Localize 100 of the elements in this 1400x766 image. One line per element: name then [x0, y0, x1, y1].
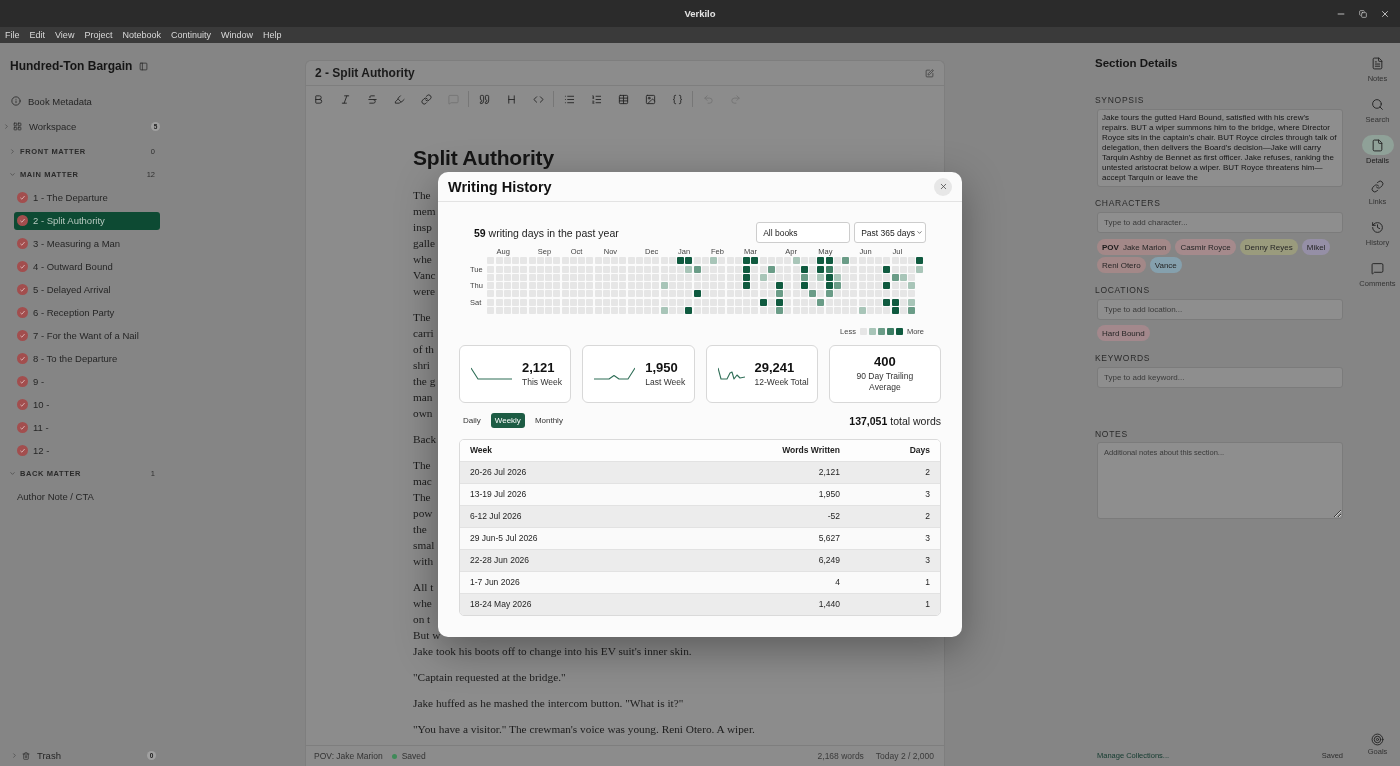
body-text: But w — [413, 628, 441, 643]
chapter-item[interactable]: 9 - — [14, 372, 160, 391]
body-text: of th — [413, 342, 435, 357]
menu-item[interactable]: Project — [79, 27, 118, 43]
body-text: Vanc — [413, 268, 436, 283]
chapter-item[interactable]: 3 - Measuring a Man — [14, 234, 160, 253]
chevron-icon[interactable] — [9, 470, 16, 477]
body-text: mac — [413, 474, 432, 489]
chapter-item[interactable]: 11 - — [14, 418, 160, 437]
character-tag[interactable]: Reni Otero — [1097, 257, 1146, 273]
body-text: smal — [413, 538, 435, 553]
chapter-item[interactable]: 1 - The Departure — [14, 188, 160, 207]
table-cell-text: 6,249 — [817, 555, 840, 566]
menu-item[interactable]: Help — [258, 27, 287, 43]
file-icon — [1361, 135, 1394, 155]
target-icon — [1371, 733, 1384, 746]
body-text: mem — [413, 204, 436, 219]
field-label: SYNOPSIS — [1095, 94, 1146, 106]
chapter-item[interactable]: 5 - Delayed Arrival — [14, 280, 160, 299]
table-icon — [617, 93, 629, 105]
body-text: galle — [413, 236, 435, 251]
field-label: NOTES — [1095, 428, 1129, 440]
link-icon — [420, 93, 432, 105]
status-icon — [17, 399, 28, 410]
info-icon — [11, 96, 21, 106]
location-input[interactable]: Type to add location... — [1097, 299, 1343, 320]
table-cell-text: 6-12 Jul 2026 — [470, 511, 523, 522]
sidebar-toggle-icon[interactable] — [139, 61, 149, 71]
body-text: The — [413, 490, 431, 505]
chapter-item[interactable]: 8 - To the Departure — [14, 349, 160, 368]
character-tag[interactable]: POV Jake Marion — [1097, 239, 1172, 255]
table-cell-text: 29 Jun-5 Jul 2026 — [470, 533, 539, 544]
close-icon — [1380, 8, 1390, 19]
chapter-item[interactable]: 6 - Reception Party — [14, 303, 160, 322]
period-tab[interactable]: Monthly — [530, 413, 567, 429]
pov-label: POV: Jake Marion — [314, 751, 383, 761]
table-cell-text: 1 — [924, 599, 930, 610]
column-header: Words Written — [781, 445, 840, 456]
close-icon — [938, 182, 948, 192]
chevron-icon[interactable] — [9, 171, 16, 178]
body-text: The — [413, 188, 431, 203]
stat-label: This Week — [522, 376, 562, 388]
menu-item[interactable]: Edit — [24, 27, 51, 43]
body-text: insp — [413, 220, 432, 235]
chevron-icon[interactable] — [9, 148, 16, 155]
keyword-input[interactable]: Type to add keyword... — [1097, 367, 1343, 388]
body-text: pow — [413, 506, 433, 521]
chapter-item[interactable]: 4 - Outward Bound — [14, 257, 160, 276]
italic-icon — [339, 93, 351, 105]
stat-value: 400 — [874, 354, 896, 370]
project-title: Hundred-Ton Bargain — [10, 59, 133, 73]
body-text: All t — [413, 580, 434, 595]
stat-value: 29,241 — [754, 359, 795, 375]
book-metadata-item[interactable]: Book Metadata — [0, 89, 170, 113]
character-tag[interactable]: Mikel — [1301, 239, 1331, 255]
body-text: were — [413, 284, 435, 299]
search-icon — [1369, 96, 1386, 112]
period-tab[interactable]: Weekly — [490, 413, 525, 429]
document-title: 2 - Split Authority — [315, 66, 415, 80]
stat-label: 12-Week Total — [754, 376, 809, 388]
table-cell-text: 1,440 — [817, 599, 840, 610]
character-tag[interactable]: Casmir Royce — [1175, 239, 1236, 255]
table-cell-text: 2 — [924, 467, 930, 478]
menu-item[interactable]: Notebook — [117, 27, 166, 43]
panel-title: Section Details — [1095, 56, 1179, 71]
body-text: whe — [413, 596, 432, 611]
column-header: Days — [908, 445, 930, 456]
close-button[interactable] — [934, 177, 952, 196]
status-dot-icon — [391, 753, 397, 759]
body-text: the — [413, 522, 427, 537]
chapter-item[interactable]: 2 - Split Authority — [14, 211, 160, 230]
table-cell-text: 2 — [924, 511, 930, 522]
page-item[interactable]: Author Note / CTA — [14, 487, 160, 506]
range-select[interactable]: Past 365 days — [854, 222, 926, 244]
character-tag[interactable]: Vance — [1149, 257, 1182, 273]
stat-value: 2,121 — [522, 359, 555, 375]
menu-item[interactable]: View — [50, 27, 80, 43]
chapter-item[interactable]: 7 - For the Want of a Nail — [14, 326, 160, 345]
location-tag[interactable]: Hard Bound — [1097, 325, 1150, 341]
status-icon — [17, 353, 28, 364]
body-text: whe — [413, 252, 432, 267]
chapter-item[interactable]: 12 - — [14, 441, 160, 460]
menu-item[interactable]: Continuity — [165, 27, 216, 43]
chapter-item[interactable]: 10 - — [14, 395, 160, 414]
status-icon — [17, 445, 28, 456]
book-select[interactable]: All books — [756, 222, 851, 244]
writing-days-summary: 59 writing days in the past year — [474, 226, 619, 239]
character-input[interactable]: Type to add character... — [1097, 212, 1343, 233]
menu-item[interactable]: Window — [215, 27, 258, 43]
body-text: "You have a visitor." The crewman's voice was young. Reni Otero. A wiper. — [413, 722, 755, 737]
period-tab[interactable]: Daily — [459, 413, 485, 429]
table-cell-text: 1 — [924, 577, 930, 588]
menu-item[interactable]: File — [0, 27, 25, 43]
field-label: LOCATIONS — [1095, 284, 1151, 296]
synopsis-field[interactable]: Jake tours the gutted Hard Bound, satisfied with his crew's repairs. BUT a wiper summons him to the bridge, where Director Royce sits in the captain's chair. BUT Royce circles through talk of delegation, then delivers the Board's decision—Jake will carry Tarquin Ashby de Bennet as first officer. Jake refuses, ranking the untested aristocrat below a wiper. BUT Royce threatens him—accept Tarquin or leave the — [1097, 109, 1343, 187]
window-title: Verkilo — [684, 8, 716, 19]
status-icon — [17, 376, 28, 387]
table-cell-text: 5,627 — [817, 533, 840, 544]
character-tag[interactable]: Denny Reyes — [1239, 239, 1298, 255]
edit-icon[interactable] — [925, 68, 934, 78]
